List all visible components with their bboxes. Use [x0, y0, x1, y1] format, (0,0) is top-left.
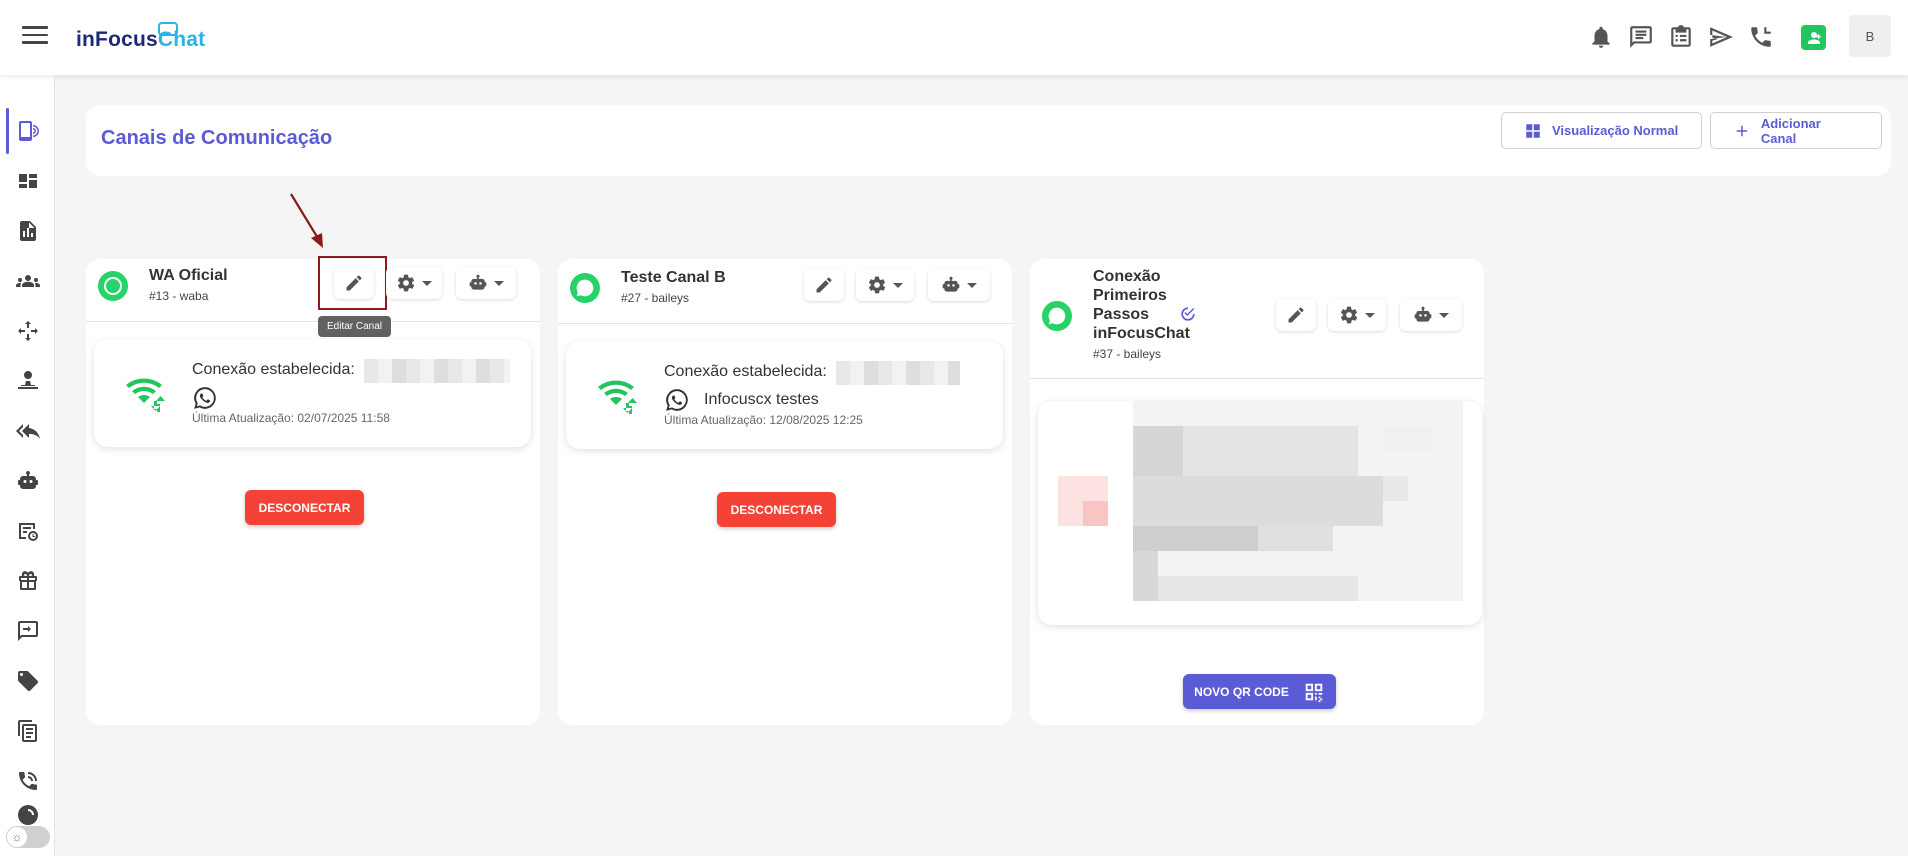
reports-icon[interactable] [0, 209, 55, 253]
last-update: Última Atualização: 02/07/2025 11:58 [192, 411, 390, 425]
channels-icon[interactable] [0, 109, 55, 153]
add-channel-button[interactable]: Adicionar Canal [1710, 112, 1882, 149]
blurred-phone-number [364, 359, 510, 383]
tags-icon[interactable] [0, 659, 55, 703]
phone-icon[interactable] [1748, 24, 1774, 50]
chevron-down-icon [494, 280, 504, 286]
channel-header: Teste Canal B #27 - baileys [558, 259, 1012, 324]
app-logo[interactable]: inFocusChat [76, 28, 205, 52]
pencil-icon [816, 277, 832, 293]
qr-code-box [1038, 401, 1482, 625]
gear-icon [868, 276, 886, 294]
bot-icon[interactable] [0, 459, 55, 503]
channel-id: #37 - baileys [1093, 347, 1162, 361]
connection-status-box: Conexão estabelecida: Última Atualização… [94, 339, 531, 447]
clipboard-icon[interactable] [1668, 24, 1694, 50]
channel-header: Conexão Primeiros Passos inFocusChat #37… [1030, 259, 1484, 379]
edit-channel-button[interactable] [804, 269, 844, 301]
wifi-connected-icon [598, 380, 637, 414]
channel-id: #13 - waba [149, 289, 209, 303]
wifi-connected-icon [126, 378, 165, 412]
chevron-down-icon [893, 282, 903, 288]
contact-icon[interactable] [1801, 25, 1826, 50]
transfer-icon[interactable] [0, 609, 55, 653]
whatsapp-icon [1042, 301, 1072, 331]
whatsapp-icon [194, 387, 216, 409]
menu-icon[interactable] [22, 26, 48, 48]
channel-id: #27 - baileys [621, 291, 690, 305]
bell-icon[interactable] [1588, 24, 1614, 50]
plus-icon [1736, 125, 1748, 136]
send-icon[interactable] [1708, 24, 1734, 50]
annotation-arrow-icon [290, 193, 323, 248]
last-update: Última Atualização: 12/08/2025 12:25 [664, 413, 863, 427]
whatsapp-icon [666, 389, 688, 411]
chevron-down-icon [1365, 312, 1375, 318]
pencil-icon [1288, 307, 1304, 323]
edit-channel-button[interactable] [1276, 299, 1316, 331]
call-icon[interactable] [0, 759, 55, 803]
bot-icon [469, 274, 487, 290]
connection-status-label: Conexão estabelecida: [192, 361, 355, 378]
chevron-down-icon [1439, 312, 1449, 318]
connection-status-label: Conexão estabelecida: [664, 363, 827, 380]
channel-settings-button[interactable] [386, 267, 442, 299]
channel-name: Teste Canal B [621, 269, 726, 286]
edit-button-highlight [318, 256, 387, 310]
connection-status-box: Conexão estabelecida: Infocuscx testes Ú… [566, 341, 1003, 449]
contacts-icon[interactable] [0, 259, 55, 303]
whatsapp-official-icon [98, 271, 128, 301]
channel-header: WA Oficial #13 - waba [86, 256, 540, 322]
top-bar: inFocusChat B [0, 0, 1908, 75]
channel-name: WA Oficial [149, 267, 228, 284]
phone-name: Infocuscx testes [704, 391, 819, 408]
channel-settings-button[interactable] [1328, 299, 1386, 331]
disconnect-button[interactable]: DESCONECTAR [717, 492, 836, 527]
verified-icon [1181, 307, 1195, 321]
view-normal-button[interactable]: Visualização Normal [1501, 112, 1702, 149]
quick-replies-icon[interactable] [0, 409, 55, 453]
chevron-down-icon [967, 282, 977, 288]
schedule-icon[interactable] [0, 509, 55, 553]
blurred-qr-code [1058, 401, 1463, 601]
flows-icon[interactable] [0, 309, 55, 353]
gift-icon[interactable] [0, 559, 55, 603]
theme-toggle[interactable]: ☼ [6, 826, 50, 848]
chevron-down-icon [422, 280, 432, 286]
bot-icon [1414, 306, 1432, 322]
channel-bot-button[interactable] [1400, 299, 1462, 331]
channel-bot-button[interactable] [456, 267, 516, 299]
logo-bubble-icon [158, 22, 178, 36]
whatsapp-icon [570, 273, 600, 303]
channel-card-3: Conexão Primeiros Passos inFocusChat #37… [1030, 259, 1484, 725]
channel-bot-button[interactable] [928, 269, 990, 301]
channel-card-1: WA Oficial #13 - waba Editar Canal Conex… [86, 256, 540, 725]
new-qr-code-button[interactable]: NOVO QR CODE [1183, 674, 1336, 709]
chat-icon[interactable] [1628, 24, 1654, 50]
more-icon[interactable] [0, 805, 55, 825]
channel-card-2: Teste Canal B #27 - baileys Conexão esta… [558, 259, 1012, 725]
user-avatar[interactable]: B [1849, 15, 1891, 57]
gear-icon [397, 274, 415, 292]
sun-icon: ☼ [7, 827, 27, 847]
clipboard-list-icon[interactable] [0, 709, 55, 753]
edit-channel-tooltip: Editar Canal [318, 316, 392, 337]
attendants-icon[interactable] [0, 359, 55, 403]
channel-name: Conexão Primeiros Passos inFocusChat [1093, 268, 1190, 342]
disconnect-button[interactable]: DESCONECTAR [245, 490, 364, 525]
sidebar: ☼ [0, 75, 55, 856]
qr-code-icon [1305, 683, 1323, 702]
page-header: Canais de Comunicação Visualização Norma… [86, 105, 1891, 176]
blurred-phone-number [836, 361, 960, 385]
gear-icon [1340, 306, 1358, 324]
dashboard-icon[interactable] [0, 159, 55, 203]
bot-icon [942, 276, 960, 292]
grid-icon [1526, 123, 1540, 138]
channel-settings-button[interactable] [856, 269, 914, 301]
page-title: Canais de Comunicação [101, 127, 333, 149]
